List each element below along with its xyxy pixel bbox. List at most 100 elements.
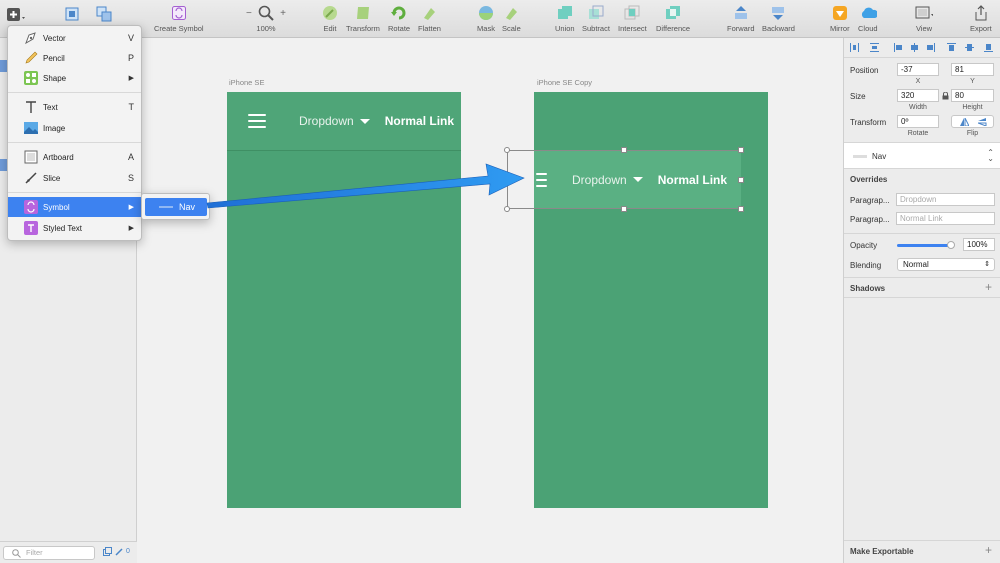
hamburger-icon[interactable]: [248, 114, 266, 128]
forward-button[interactable]: Forward: [727, 4, 755, 33]
align-left-icon[interactable]: [894, 43, 903, 52]
backward-button[interactable]: Backward: [762, 4, 795, 33]
subtract-button[interactable]: Subtract: [582, 4, 610, 33]
flip-vertical-icon[interactable]: [978, 118, 987, 126]
zoom-control[interactable]: − + 100%: [246, 4, 286, 33]
filter-count: 0: [126, 548, 130, 555]
zoom-icon: [258, 5, 274, 21]
edit-button[interactable]: Edit: [321, 4, 339, 33]
menu-item-pencil[interactable]: Pencil P: [8, 48, 141, 68]
override-field-2[interactable]: Normal Link: [896, 212, 995, 225]
resize-handle-tr[interactable]: [738, 147, 744, 153]
filter-input[interactable]: Filter: [3, 546, 95, 560]
divider: [844, 540, 1000, 541]
union-button[interactable]: Union: [555, 4, 575, 33]
size-height-label: Height: [962, 104, 983, 111]
canvas[interactable]: iPhone SE Dropdown Normal Link iPhone SE…: [137, 38, 843, 563]
resize-handle-bm[interactable]: [621, 206, 627, 212]
submenu-item-nav[interactable]: Nav: [145, 198, 207, 216]
opacity-field[interactable]: 100%: [963, 238, 995, 251]
opacity-slider-knob[interactable]: [947, 241, 955, 249]
add-export-icon[interactable]: +: [985, 543, 992, 557]
export-icon: [975, 5, 987, 21]
zoom-out-icon[interactable]: −: [246, 8, 252, 19]
nav-dropdown[interactable]: Dropdown: [299, 114, 370, 128]
rotate-field[interactable]: 0º: [897, 115, 939, 128]
menu-label-symbol: Symbol: [43, 202, 70, 212]
view-button[interactable]: View: [915, 4, 933, 33]
align-bottom-icon[interactable]: [984, 43, 993, 52]
flip-buttons[interactable]: [951, 115, 994, 128]
size-width-field[interactable]: 320: [897, 89, 939, 102]
align-middle-icon[interactable]: [965, 43, 974, 52]
hamburger-icon-copy[interactable]: [536, 172, 547, 187]
filter-placeholder: Filter: [26, 548, 43, 557]
menu-item-vector[interactable]: Vector V: [8, 28, 141, 48]
flip-sub-label: Flip: [966, 130, 979, 137]
nav-normal-link-copy[interactable]: Normal Link: [658, 173, 727, 187]
rotate-sub-label: Rotate: [907, 130, 929, 137]
scale-button[interactable]: Scale: [502, 4, 521, 33]
position-x-field[interactable]: -37: [897, 63, 939, 76]
menu-item-image[interactable]: Image: [8, 118, 141, 138]
position-y-field[interactable]: 81: [951, 63, 994, 76]
styled-text-icon: [24, 221, 38, 235]
artboard-title-1[interactable]: iPhone SE: [229, 78, 264, 87]
position-y-label: Y: [970, 78, 975, 85]
resize-handle-ml[interactable]: [504, 177, 510, 183]
export-button[interactable]: Export: [970, 4, 992, 33]
menu-item-symbol[interactable]: Symbol ▶: [8, 197, 141, 217]
transform-button[interactable]: Transform: [346, 4, 380, 33]
union-label: Union: [555, 24, 575, 33]
cloud-button[interactable]: Cloud: [858, 4, 878, 33]
rotate-button[interactable]: Rotate: [388, 4, 410, 33]
resize-handle-tl[interactable]: [504, 147, 510, 153]
resize-handle-br[interactable]: [738, 206, 744, 212]
menu-item-artboard[interactable]: Artboard A: [8, 147, 141, 167]
menu-item-text[interactable]: Text T: [8, 97, 141, 117]
align-center-h-icon[interactable]: [910, 43, 919, 52]
add-shadow-icon[interactable]: +: [985, 280, 992, 294]
layer-square-icon-1[interactable]: [64, 6, 80, 22]
resize-handle-mr[interactable]: [738, 177, 744, 183]
nav-normal-link[interactable]: Normal Link: [385, 114, 454, 128]
lock-icon[interactable]: [942, 91, 949, 102]
flatten-button[interactable]: Flatten: [418, 4, 441, 33]
opacity-slider[interactable]: [897, 241, 955, 249]
intersect-button[interactable]: Intersect: [618, 4, 647, 33]
filter-edit-icon[interactable]: [115, 547, 124, 558]
layer-square-icon-2[interactable]: [96, 6, 112, 22]
menu-label-shape: Shape: [43, 73, 67, 83]
mirror-button[interactable]: Mirror: [830, 4, 850, 33]
override-field-1[interactable]: Dropdown: [896, 193, 995, 206]
distribute-horizontal-icon[interactable]: [850, 43, 859, 52]
menu-item-styled-text[interactable]: Styled Text ▶: [8, 218, 141, 238]
rotate-icon: [391, 6, 406, 20]
transform-icon: [356, 7, 369, 19]
resize-handle-tm[interactable]: [621, 147, 627, 153]
menu-item-shape[interactable]: Shape ▶: [8, 68, 141, 88]
artboard-title-2[interactable]: iPhone SE Copy: [537, 78, 592, 87]
flip-horizontal-icon[interactable]: [960, 118, 969, 126]
zoom-in-icon[interactable]: +: [280, 8, 286, 19]
difference-button[interactable]: Difference: [656, 4, 690, 33]
create-symbol-button[interactable]: Create Symbol: [154, 4, 204, 33]
nav-symbol-instance[interactable]: Dropdown Normal Link: [534, 151, 741, 208]
menu-divider: [8, 92, 141, 93]
menu-item-slice[interactable]: Slice S: [8, 168, 141, 188]
align-right-icon[interactable]: [926, 43, 935, 52]
nav-bar[interactable]: Dropdown Normal Link: [227, 92, 461, 151]
nav-dropdown-copy[interactable]: Dropdown: [572, 173, 643, 187]
blending-select[interactable]: Normal ⇕: [897, 258, 995, 271]
resize-handle-bl[interactable]: [504, 206, 510, 212]
align-top-icon[interactable]: [947, 43, 956, 52]
artboard-iphone-se[interactable]: Dropdown Normal Link: [227, 92, 461, 508]
insert-button[interactable]: [6, 7, 28, 23]
filter-layers-icon[interactable]: [103, 547, 112, 558]
symbol-icon: [24, 200, 38, 214]
distribute-vertical-icon[interactable]: [870, 43, 879, 52]
size-height-field[interactable]: 80: [951, 89, 994, 102]
mask-button[interactable]: Mask: [477, 4, 495, 33]
symbol-picker[interactable]: Nav ⌃ ⌄: [844, 142, 1000, 169]
backward-icon: [772, 7, 785, 20]
